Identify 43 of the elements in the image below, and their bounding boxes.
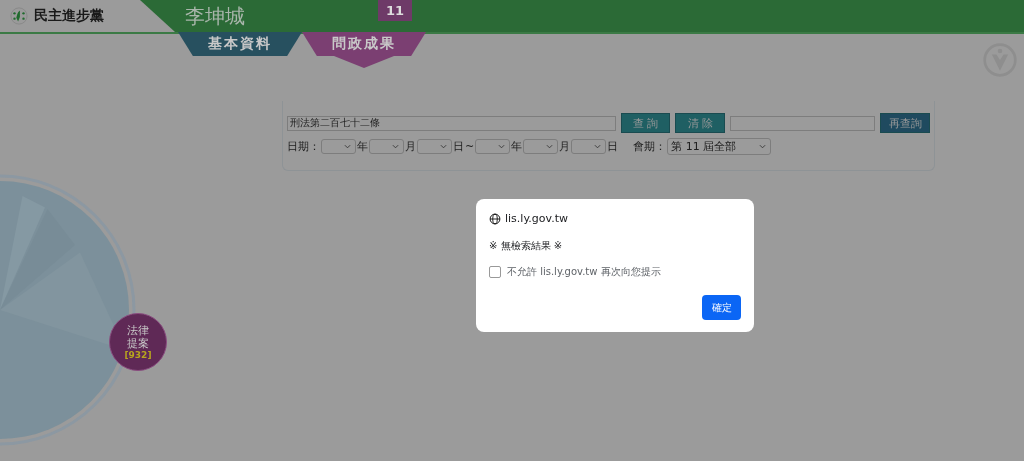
bubble-title: 法律 提案: [127, 324, 149, 350]
date-select[interactable]: [475, 139, 511, 154]
caret-icon: [498, 144, 506, 149]
proposal-bubble[interactable]: 法律 提案 [932]: [109, 313, 167, 371]
refine-search-button[interactable]: 再查詢: [880, 113, 930, 133]
search-button[interactable]: 查 詢: [620, 113, 671, 133]
suppress-checkbox[interactable]: [489, 266, 501, 278]
caret-icon: [392, 144, 399, 149]
refine-field[interactable]: [730, 115, 876, 131]
legislator-name: 李坤城: [185, 2, 246, 30]
caret-icon: [344, 144, 351, 149]
checkbox-label: 不允許 lis.ly.gov.tw 再次向您提示: [507, 265, 661, 279]
dialog-origin: lis.ly.gov.tw: [505, 212, 568, 225]
caret-icon: [440, 144, 447, 149]
caret-icon: [759, 144, 767, 149]
date-select[interactable]: [523, 139, 559, 154]
session-select[interactable]: 第 11 屆全部: [667, 138, 772, 155]
term-badge: 11: [378, 0, 413, 21]
party-logo-icon: [10, 7, 28, 25]
session-label: 會期：: [633, 139, 667, 154]
caret-icon: [594, 144, 602, 149]
bubble-count: [932]: [124, 350, 152, 360]
caret-icon: [546, 144, 554, 149]
date-select[interactable]: [571, 139, 607, 154]
date-select[interactable]: [417, 139, 452, 154]
clear-button[interactable]: 清 除: [675, 113, 726, 133]
date-unit: 年: [357, 139, 368, 154]
date-unit: 日: [607, 139, 619, 154]
date-unit: 年: [511, 139, 523, 154]
globe-icon: [489, 212, 501, 225]
party-name: 民主進步黨: [34, 7, 104, 25]
pointer-icon: [334, 56, 394, 68]
date-select[interactable]: [321, 139, 356, 154]
date-unit: 月: [559, 139, 571, 154]
date-unit: 月: [405, 139, 416, 154]
date-unit: 日: [453, 139, 464, 154]
date-select[interactable]: [369, 139, 404, 154]
dialog-message: ※ 無檢索結果 ※: [489, 239, 564, 253]
ok-button[interactable]: 確定: [702, 295, 741, 320]
date-label: 日期：: [287, 139, 320, 154]
section-tab[interactable]: 基本資料: [178, 32, 302, 56]
range-separator: ~: [465, 140, 475, 153]
query-field[interactable]: 刑法第二百七十二條: [287, 115, 616, 131]
